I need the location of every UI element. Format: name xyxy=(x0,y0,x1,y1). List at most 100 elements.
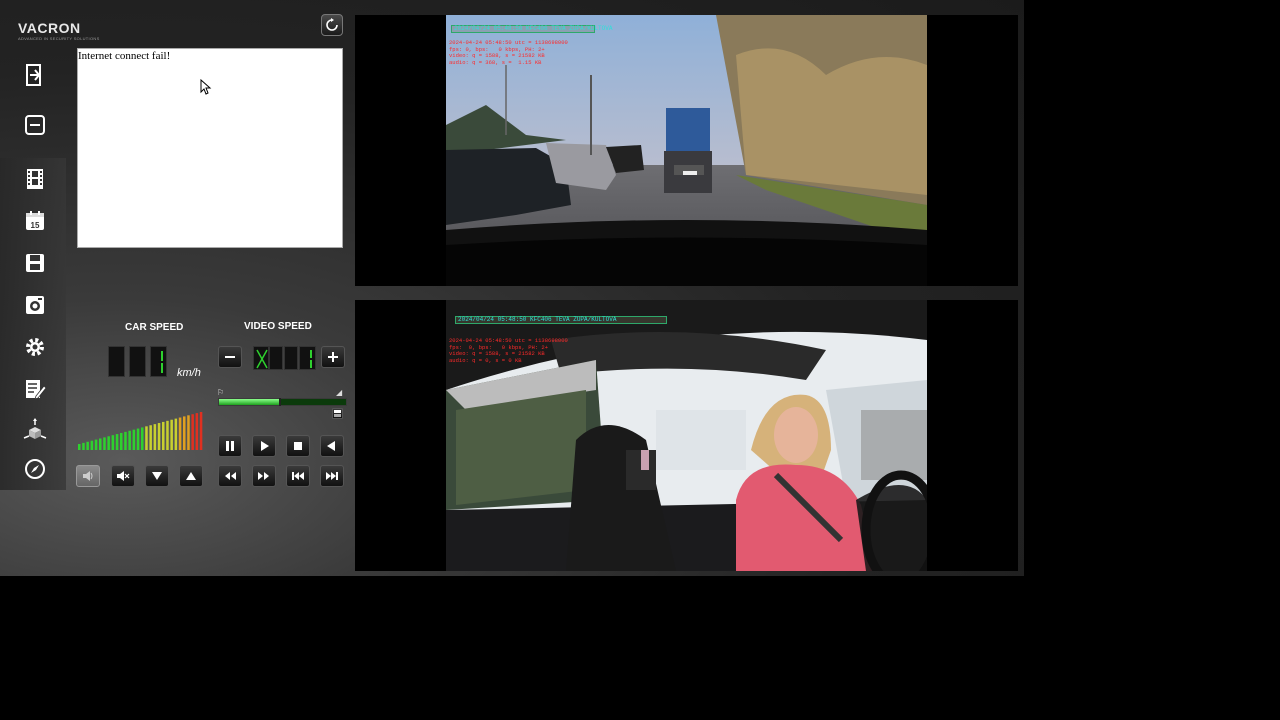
volume-bar xyxy=(174,418,178,450)
cabin-camera-osd: 2024-04-24 05:48:50 utc = 1138698000 fps… xyxy=(449,337,568,364)
start-marker-icon: ⚐ xyxy=(217,388,225,397)
plus-icon xyxy=(328,352,338,362)
pause-button[interactable] xyxy=(218,435,242,457)
playback-progress-slider[interactable] xyxy=(218,398,347,406)
volume-bar xyxy=(78,444,81,450)
volume-bar xyxy=(132,429,136,450)
segment-icon xyxy=(334,410,341,417)
play-icon xyxy=(261,441,269,451)
front-camera-header: 2024/04/24 05:48:50 KFC406 TEVA ZUPA/KUL… xyxy=(451,25,612,33)
play-button[interactable] xyxy=(252,435,276,457)
mouse-cursor-icon xyxy=(200,79,212,95)
volume-down-button[interactable] xyxy=(145,465,169,487)
volume-bar xyxy=(157,423,161,450)
reload-icon xyxy=(326,18,338,31)
volume-bar xyxy=(90,440,94,450)
next-file-button[interactable] xyxy=(320,465,344,487)
volume-bar xyxy=(191,414,194,450)
connection-error-text: Internet connect fail! xyxy=(78,50,171,62)
rewind-icon xyxy=(225,472,236,480)
fast-forward-button[interactable] xyxy=(252,465,276,487)
volume-up-button[interactable] xyxy=(179,465,203,487)
car-speed-unit: km/h xyxy=(177,367,201,379)
car-speed-label: CAR SPEED xyxy=(125,322,184,333)
volume-bar xyxy=(153,424,157,450)
volume-bar xyxy=(136,428,140,450)
volume-bar xyxy=(115,434,119,450)
message-panel: Internet connect fail! xyxy=(77,48,343,248)
video-speed-digit-4 xyxy=(299,346,316,370)
progress-fill xyxy=(219,399,280,405)
exit-icon[interactable] xyxy=(22,62,48,88)
car-speed-digit-2 xyxy=(129,346,146,377)
volume-bar xyxy=(82,442,85,450)
volume-bar xyxy=(183,416,186,450)
edit-notes-icon[interactable] xyxy=(22,376,48,402)
minus-icon xyxy=(225,356,235,358)
compass-icon[interactable] xyxy=(22,456,48,482)
volume-bar xyxy=(195,413,199,450)
video-speed-label: VIDEO SPEED xyxy=(244,321,312,332)
previous-file-button[interactable] xyxy=(286,465,310,487)
volume-bar xyxy=(99,438,102,450)
svg-text:15: 15 xyxy=(31,221,40,230)
calendar-icon[interactable]: 15 xyxy=(22,208,48,234)
triangle-down-icon xyxy=(152,472,162,480)
video-speed-digit-3 xyxy=(284,346,298,370)
reverse-icon xyxy=(327,441,335,451)
volume-bar xyxy=(166,420,169,450)
volume-bar xyxy=(103,437,106,450)
volume-bar xyxy=(178,417,182,450)
volume-bar xyxy=(86,441,89,450)
mute-button[interactable] xyxy=(111,465,135,487)
g-sensor-axis-icon[interactable] xyxy=(22,416,48,442)
reverse-play-button[interactable] xyxy=(320,435,344,457)
speaker-icon xyxy=(83,471,93,481)
car-speed-digit-3 xyxy=(150,346,167,377)
pause-icon xyxy=(226,441,234,451)
video-speed-digit-2 xyxy=(269,346,283,370)
save-icon[interactable] xyxy=(22,250,48,276)
volume-bar xyxy=(145,426,148,450)
skip-forward-icon xyxy=(326,472,338,480)
car-speed-digit-1 xyxy=(108,346,125,377)
rewind-button[interactable] xyxy=(218,465,242,487)
volume-meter xyxy=(78,412,203,450)
volume-bar xyxy=(149,425,152,450)
volume-bar xyxy=(124,431,127,450)
minimize-icon[interactable] xyxy=(22,112,48,138)
front-camera-osd: 2024-04-24 05:48:50 utc = 1138698000 fps… xyxy=(449,39,568,66)
segment-button[interactable] xyxy=(332,408,343,419)
cabin-camera-header: 2024/04/24 05:48:50 KFC406 TEVA ZUPA/KUL… xyxy=(455,316,667,324)
logo-brand: VACRON xyxy=(18,20,81,36)
volume-bar xyxy=(170,419,173,450)
progress-thumb[interactable] xyxy=(278,398,281,406)
volume-bar xyxy=(94,439,98,450)
vacron-logo: VACRON ADVANCED IN SECURITY SOLUTIONS xyxy=(18,20,100,41)
volume-bar xyxy=(111,435,115,450)
volume-bar xyxy=(128,430,131,450)
logo-tagline: ADVANCED IN SECURITY SOLUTIONS xyxy=(18,36,100,41)
skip-back-icon xyxy=(292,472,304,480)
volume-bar xyxy=(141,427,144,450)
triangle-up-icon xyxy=(186,472,196,480)
end-marker-icon: ◢ xyxy=(336,388,343,397)
fast-forward-icon xyxy=(258,472,269,480)
cabin-camera-view[interactable]: 2024/04/24 05:48:50 KFC406 TEVA ZUPA/KUL… xyxy=(355,300,1018,571)
front-camera-view[interactable]: 2024/04/24 05:48:50 KFC406 TEVA ZUPA/KUL… xyxy=(355,15,1018,286)
reload-button[interactable] xyxy=(321,14,343,36)
volume-bar xyxy=(162,421,165,450)
sidebar-top-group xyxy=(0,48,66,156)
volume-bar xyxy=(187,415,190,450)
speed-increase-button[interactable] xyxy=(321,346,345,368)
stop-button[interactable] xyxy=(286,435,310,457)
mute-icon xyxy=(117,471,130,481)
settings-gear-icon[interactable] xyxy=(22,334,48,360)
player-window: VACRON ADVANCED IN SECURITY SOLUTIONS 15 xyxy=(0,0,1024,576)
snapshot-icon[interactable] xyxy=(22,292,48,318)
speed-decrease-button[interactable] xyxy=(218,346,242,368)
video-speed-digit-1 xyxy=(253,346,269,370)
film-icon[interactable] xyxy=(22,166,48,192)
volume-bar xyxy=(107,436,110,450)
speaker-button[interactable] xyxy=(76,465,100,487)
